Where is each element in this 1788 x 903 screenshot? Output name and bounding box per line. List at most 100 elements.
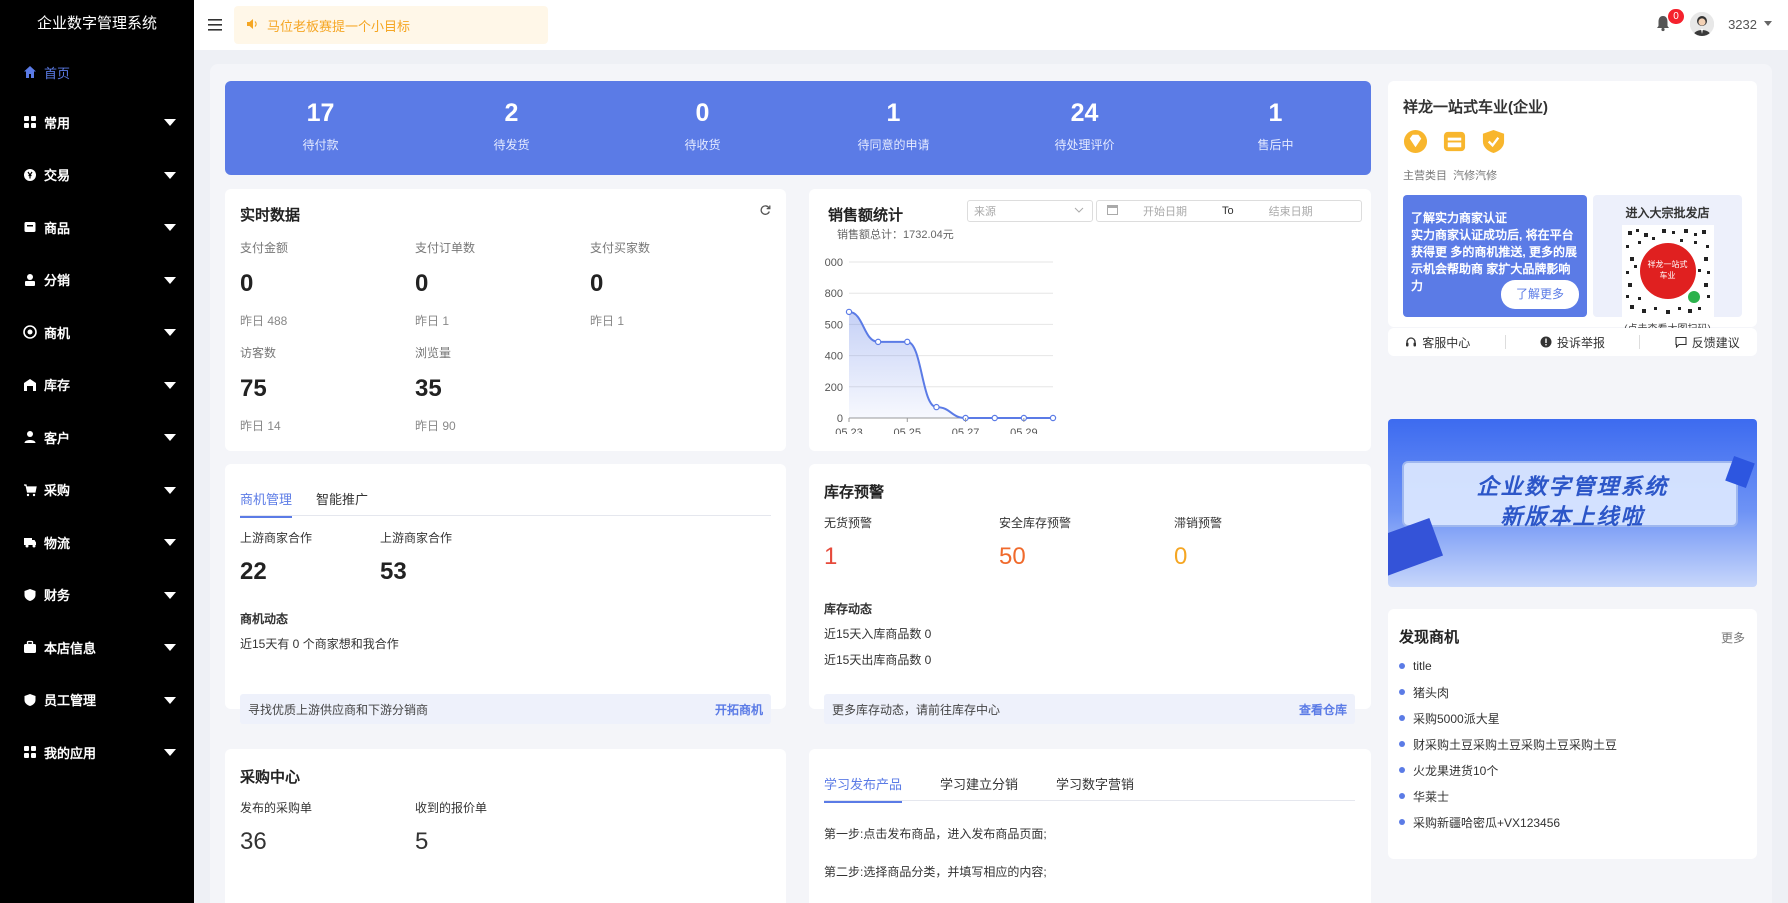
stat-value: 1 — [886, 99, 901, 127]
sidebar-item-opportunity[interactable]: 商机 — [0, 306, 194, 359]
inventory-card: 库存预警 无货预警 1 安全库存预警 50 滞销预警 0 库存动态 近15天入库… — [809, 464, 1371, 724]
learning-tabs: 学习发布产品 学习建立分销 学习数字营销 — [824, 774, 1158, 803]
main-category: 主营类目 汽修汽修 — [1403, 167, 1497, 183]
card-title: 实时数据 — [240, 207, 301, 224]
warning-slow-moving[interactable]: 滞销预警 0 — [1174, 514, 1222, 571]
more-link[interactable]: 更多 — [1721, 629, 1745, 646]
sidebar-item-staff[interactable]: 员工管理 — [0, 674, 194, 727]
tab-learn-distribution[interactable]: 学习建立分销 — [940, 774, 1018, 803]
feedback-link[interactable]: 反馈建议 — [1675, 334, 1740, 351]
share-icon — [22, 272, 38, 288]
target-icon — [22, 324, 38, 340]
sidebar-item-shop-info[interactable]: 本店信息 — [0, 621, 194, 674]
stat-label: 待收货 — [684, 138, 721, 152]
release-banner[interactable]: 企业数字管理系统 新版本上线啦 — [1388, 419, 1757, 587]
list-item[interactable]: 采购5000派大星 — [1399, 705, 1744, 731]
sidebar-item-label: 商品 — [44, 220, 71, 236]
sidebar-item-inventory[interactable]: 库存 — [0, 359, 194, 412]
sidebar-item-label: 财务 — [44, 588, 71, 604]
step-1: 第一步:点击发布商品，进入发布商品页面; — [824, 827, 1047, 841]
caret-down-icon — [164, 749, 176, 757]
stat-label: 待同意的申请 — [857, 138, 930, 152]
sidebar-item-label: 本店信息 — [44, 640, 97, 656]
warning-out-of-stock[interactable]: 无货预警 1 — [824, 514, 872, 571]
card-title: 发现商机 — [1399, 629, 1460, 646]
stat-pending-receipt[interactable]: 0 待收货 — [607, 81, 798, 175]
divider — [1504, 335, 1506, 349]
chevron-down-icon — [1074, 205, 1084, 218]
chevron-down-icon[interactable] — [1764, 21, 1772, 26]
date-range-picker[interactable]: 开始日期 To 结束日期 — [1096, 200, 1362, 222]
complaint-link[interactable]: 投诉举报 — [1540, 334, 1605, 351]
cart-icon — [22, 482, 38, 498]
stat-pending-payment[interactable]: 17 待付款 — [225, 81, 416, 175]
tab-divider — [240, 515, 771, 516]
metric-value: 22 — [240, 558, 267, 585]
stat-pending-review[interactable]: 24 待处理评价 — [989, 81, 1180, 175]
username[interactable]: 3232 — [1728, 17, 1757, 32]
dynamic-title: 库存动态 — [824, 602, 873, 616]
metric-quotes[interactable]: 收到的报价单 5 — [415, 799, 487, 856]
tab-smart-promotion[interactable]: 智能推广 — [316, 489, 368, 518]
list-item[interactable]: 火龙果进货10个 — [1399, 757, 1744, 783]
view-warehouse-link[interactable]: 查看仓库 — [1299, 701, 1347, 718]
tab-learn-marketing[interactable]: 学习数字营销 — [1056, 774, 1134, 803]
source-select[interactable]: 来源 — [967, 200, 1093, 222]
list-item[interactable]: 财采购土豆采购土豆采购土豆采购土豆 — [1399, 731, 1744, 757]
sidebar-item-purchase[interactable]: 采购 — [0, 464, 194, 517]
list-item[interactable]: 华莱士 — [1399, 783, 1744, 809]
sidebar-item-distribution[interactable]: 分销 — [0, 254, 194, 307]
metric-upstream-2: 上游商家合作 53 — [380, 529, 452, 586]
banner-line-2: 新版本上线啦 — [1500, 504, 1645, 529]
sidebar-item-label: 交易 — [44, 168, 71, 184]
sidebar-item-finance[interactable]: 财务 — [0, 569, 194, 622]
notice-bar[interactable]: 马位老板赛提一个小目标 — [234, 6, 548, 44]
sidebar-item-goods[interactable]: 商品 — [0, 201, 194, 254]
avatar[interactable] — [1690, 12, 1714, 36]
metric-purchase-orders[interactable]: 发布的采购单 36 — [240, 799, 312, 856]
shop-badges — [1403, 129, 1506, 154]
qr-code: 祥龙一站式车业 — [1621, 225, 1714, 317]
refresh-icon[interactable] — [759, 204, 771, 219]
diamond-badge-icon — [1403, 129, 1428, 154]
stat-pending-approval[interactable]: 1 待同意的申请 — [798, 81, 989, 175]
sidebar-item-home[interactable]: 首页 — [0, 48, 194, 96]
metric-label: 收到的报价单 — [415, 801, 488, 815]
sidebar-item-logistics[interactable]: 物流 — [0, 516, 194, 569]
message-icon — [1675, 336, 1687, 348]
sidebar-item-my-apps[interactable]: 我的应用 — [0, 726, 194, 779]
topbar: 马位老板赛提一个小目标 0 3232 — [194, 0, 1788, 50]
warning-label: 滞销预警 — [1174, 516, 1223, 530]
sidebar-item-trade[interactable]: 交易 — [0, 149, 194, 202]
list-item[interactable]: 采购新疆哈密瓜+VX123456 — [1399, 809, 1744, 835]
sidebar-item-common[interactable]: 常用 — [0, 96, 194, 149]
list-item[interactable]: title — [1399, 653, 1744, 679]
stat-value: 0 — [695, 99, 710, 127]
tab-learn-publish[interactable]: 学习发布产品 — [824, 774, 903, 803]
sales-card: 销售额统计 来源 开始日期 To 结束日期 销售额总计：1732.04元 0 20… — [809, 189, 1371, 451]
metric-pay-orders: 支付订单数 0 昨日 1 — [415, 239, 475, 329]
warning-safety-stock[interactable]: 安全库存预警 50 — [999, 514, 1071, 571]
learn-more-button[interactable]: 了解更多 — [1500, 280, 1579, 309]
learning-card: 学习发布产品 学习建立分销 学习数字营销 第一步:点击发布商品，进入发布商品页面… — [809, 749, 1371, 903]
metric-value: 36 — [240, 828, 267, 855]
shield-icon — [22, 587, 38, 603]
stat-after-sales[interactable]: 1 售后中 — [1180, 81, 1371, 175]
warning-value: 50 — [999, 543, 1026, 570]
yen-circle-icon — [22, 167, 38, 183]
data-point — [991, 414, 998, 422]
tab-business-management[interactable]: 商机管理 — [240, 489, 293, 518]
wholesale-qr-panel[interactable]: 进入大宗批发店 祥龙一站式车业 (点击查看大图扫码) — [1593, 195, 1742, 335]
metric-pay-buyers: 支付买家数 0 昨日 1 — [590, 239, 650, 329]
service-center-link[interactable]: 客服中心 — [1405, 334, 1470, 351]
stat-pending-shipment[interactable]: 2 待发货 — [416, 81, 607, 175]
sidebar-item-customer[interactable]: 客户 — [0, 411, 194, 464]
service-label: 投诉举报 — [1556, 335, 1605, 350]
explore-business-link[interactable]: 开拓商机 — [715, 701, 763, 718]
list-item[interactable]: 猪头肉 — [1399, 679, 1744, 705]
qr-center-text: 祥龙一站式车业 — [1647, 260, 1688, 280]
grid-icon — [22, 114, 38, 130]
menu-toggle-icon[interactable] — [206, 16, 224, 34]
stat-value: 1 — [1268, 99, 1283, 127]
sidebar-item-label: 采购 — [44, 483, 71, 499]
